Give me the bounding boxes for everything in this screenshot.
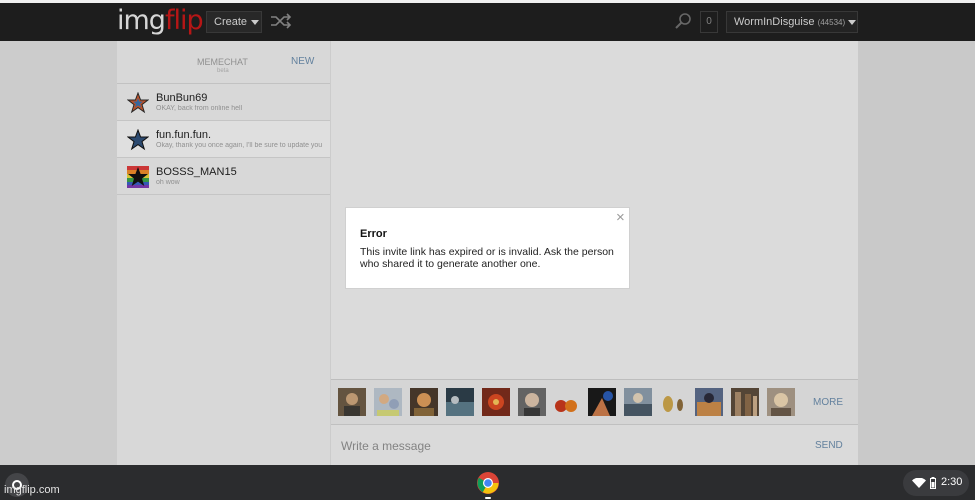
status-tray[interactable]: 2:30 xyxy=(903,470,969,496)
wifi-icon xyxy=(912,478,926,488)
dialog-title: Error xyxy=(360,228,387,240)
clock: 2:30 xyxy=(941,476,963,488)
app-running-indicator xyxy=(485,497,491,499)
close-icon[interactable]: × xyxy=(616,209,625,226)
battery-icon xyxy=(930,477,936,489)
error-dialog: × Error This invite link has expired or … xyxy=(345,207,630,289)
chromeos-shelf: imgflip.com 2:30 xyxy=(0,465,975,500)
status-url: imgflip.com xyxy=(4,484,60,496)
dialog-message: This invite link has expired or is inval… xyxy=(360,246,614,270)
chrome-browser-icon[interactable] xyxy=(476,471,500,495)
